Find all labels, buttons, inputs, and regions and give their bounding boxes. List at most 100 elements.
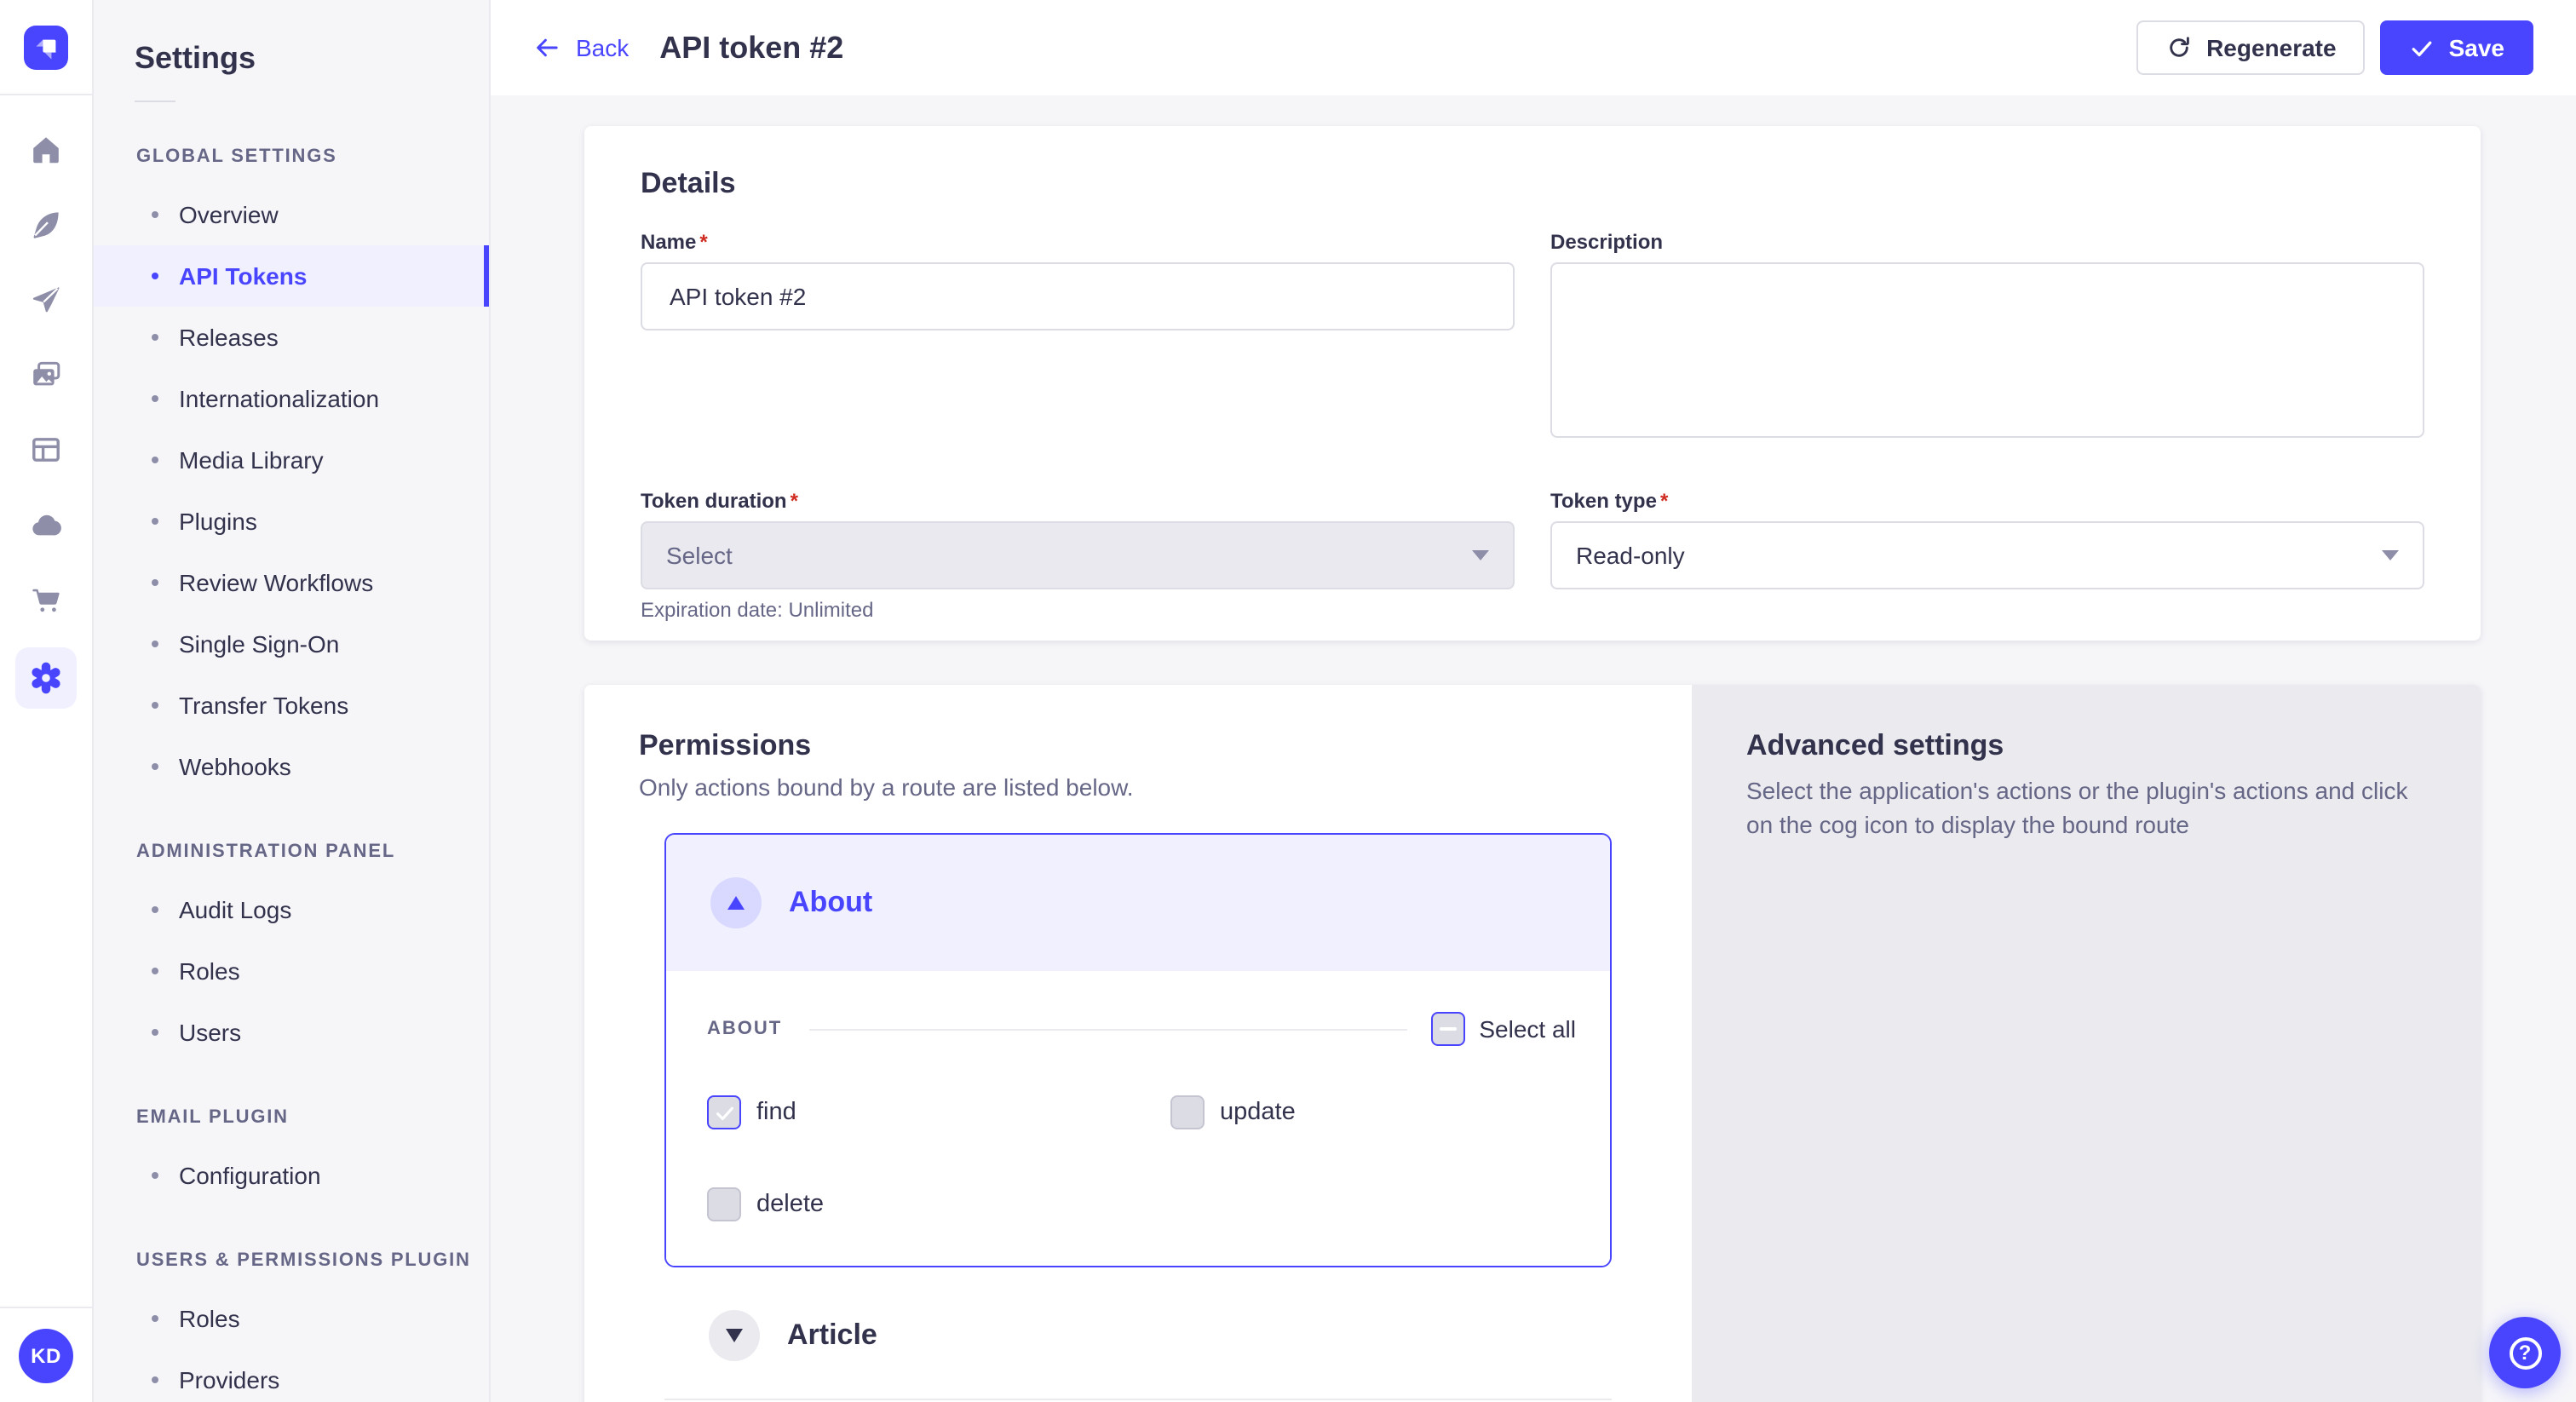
save-label: Save [2449,34,2504,61]
name-field: Name* [641,230,1515,446]
checkbox-delete[interactable] [707,1187,741,1221]
sidebar-item-label: Roles [179,957,240,985]
collapse-toggle[interactable] [710,877,762,928]
media-library-icon[interactable] [19,348,73,402]
home-icon[interactable] [19,123,73,177]
sidebar-item-webhooks[interactable]: Webhooks [94,736,489,797]
chevron-down-icon [726,1329,743,1342]
help-button[interactable]: ? [2489,1317,2561,1388]
select-all-checkbox[interactable] [1431,1012,1465,1046]
advanced-settings-heading: Advanced settings [1746,731,2426,761]
accordion-article-header[interactable]: Article [664,1288,1612,1383]
sidebar-item-label: Releases [179,324,279,351]
sidebar-item-label: Media Library [179,446,324,474]
sidebar-item-api-tokens[interactable]: API Tokens [94,245,489,307]
token-duration-label: Token duration* [641,489,1515,513]
permissions-subtitle: Only actions bound by a route are listed… [639,773,1637,801]
sidebar-item-up-providers[interactable]: Providers [94,1349,489,1402]
settings-gear-icon[interactable] [15,647,77,709]
bullet-icon [152,1315,158,1322]
accordion-article-label: Article [787,1319,877,1353]
sidebar-item-label: Users [179,1019,241,1046]
required-marker: * [699,230,707,254]
logo-area [0,0,92,95]
group-divider [809,1028,1407,1030]
sidebar-section-administration-panel: ADMINISTRATION PANEL Audit Logs Roles Us… [94,842,489,1063]
bullet-icon [152,334,158,341]
sidebar-item-up-roles[interactable]: Roles [94,1288,489,1349]
action-update: update [1170,1095,1576,1129]
releases-icon[interactable] [19,273,73,327]
name-input[interactable] [641,262,1515,330]
arrow-left-icon [533,34,561,61]
token-type-label: Token type* [1550,489,2424,513]
bullet-icon [152,273,158,279]
accordion-about-header[interactable]: About [666,835,1610,971]
checkbox-find[interactable] [707,1095,741,1129]
accordion-about-body: ABOUT Select all [666,971,1610,1266]
sidebar-item-media-library[interactable]: Media Library [94,429,489,491]
permissions-heading: Permissions [639,731,1692,761]
bullet-icon [152,702,158,709]
sidebar-item-email-configuration[interactable]: Configuration [94,1145,489,1206]
bullet-icon [152,968,158,974]
regenerate-button[interactable]: Regenerate [2136,20,2366,75]
sidebar-item-label: Review Workflows [179,569,373,596]
sidebar-section-global-settings: GLOBAL SETTINGS Overview API Tokens Rele… [94,147,489,797]
rail-user-area: KD [0,1307,92,1402]
indeterminate-dash-icon [1440,1026,1457,1031]
description-field: Description [1550,230,2424,446]
sidebar-item-admin-roles[interactable]: Roles [94,940,489,1002]
expand-toggle[interactable] [709,1310,760,1361]
token-type-select[interactable]: Read-only [1550,521,2424,589]
content-type-builder-icon[interactable] [19,422,73,477]
chevron-up-icon [727,896,745,910]
checkbox-update[interactable] [1170,1095,1205,1129]
sidebar-divider [135,101,175,102]
page-header: Back API token #2 Regenerate Save [491,0,2576,95]
sidebar-item-internationalization[interactable]: Internationalization [94,368,489,429]
description-input[interactable] [1550,262,2424,438]
sidebar-item-plugins[interactable]: Plugins [94,491,489,552]
permissions-panel: Permissions Only actions bound by a rout… [584,685,1692,1402]
select-all-label: Select all [1479,1015,1576,1043]
required-marker: * [791,489,798,513]
sidebar-item-label: Plugins [179,508,257,535]
sidebar-item-label: Roles [179,1305,240,1332]
permissions-card: Permissions Only actions bound by a rout… [584,685,2481,1402]
chevron-down-icon [2382,550,2399,560]
sidebar-item-label: API Tokens [179,262,307,290]
strapi-logo[interactable] [22,23,70,71]
accordion-about-label: About [789,886,872,920]
section-label: USERS & PERMISSIONS PLUGIN [136,1250,489,1271]
description-label: Description [1550,230,2424,254]
sidebar-item-audit-logs[interactable]: Audit Logs [94,879,489,940]
sidebar-item-label: Transfer Tokens [179,692,348,719]
check-icon [713,1101,735,1123]
check-icon [2410,35,2435,60]
token-duration-field: Token duration* Select Expiration date: … [641,489,1515,622]
sidebar-item-admin-users[interactable]: Users [94,1002,489,1063]
content-manager-icon[interactable] [19,198,73,252]
sidebar-item-transfer-tokens[interactable]: Transfer Tokens [94,675,489,736]
token-type-field: Token type* Read-only [1550,489,2424,622]
sidebar-item-label: Configuration [179,1162,321,1189]
token-duration-select[interactable]: Select [641,521,1515,589]
settings-sidebar: Settings GLOBAL SETTINGS Overview API To… [94,0,491,1402]
sidebar-section-email-plugin: EMAIL PLUGIN Configuration [94,1107,489,1206]
sidebar-item-overview[interactable]: Overview [94,184,489,245]
bullet-icon [152,906,158,913]
save-button[interactable]: Save [2381,20,2533,75]
back-label: Back [576,34,629,61]
advanced-settings-description: Select the application's actions or the … [1746,775,2426,842]
marketplace-cart-icon[interactable] [19,572,73,627]
avatar[interactable]: KD [19,1328,73,1382]
bullet-icon [152,1172,158,1179]
back-link[interactable]: Back [533,34,629,61]
sidebar-item-label: Providers [179,1366,279,1393]
deploy-cloud-icon[interactable] [19,497,73,552]
sidebar-item-single-sign-on[interactable]: Single Sign-On [94,613,489,675]
accordion-about: About ABOUT Select all [664,833,1612,1267]
sidebar-item-releases[interactable]: Releases [94,307,489,368]
sidebar-item-review-workflows[interactable]: Review Workflows [94,552,489,613]
